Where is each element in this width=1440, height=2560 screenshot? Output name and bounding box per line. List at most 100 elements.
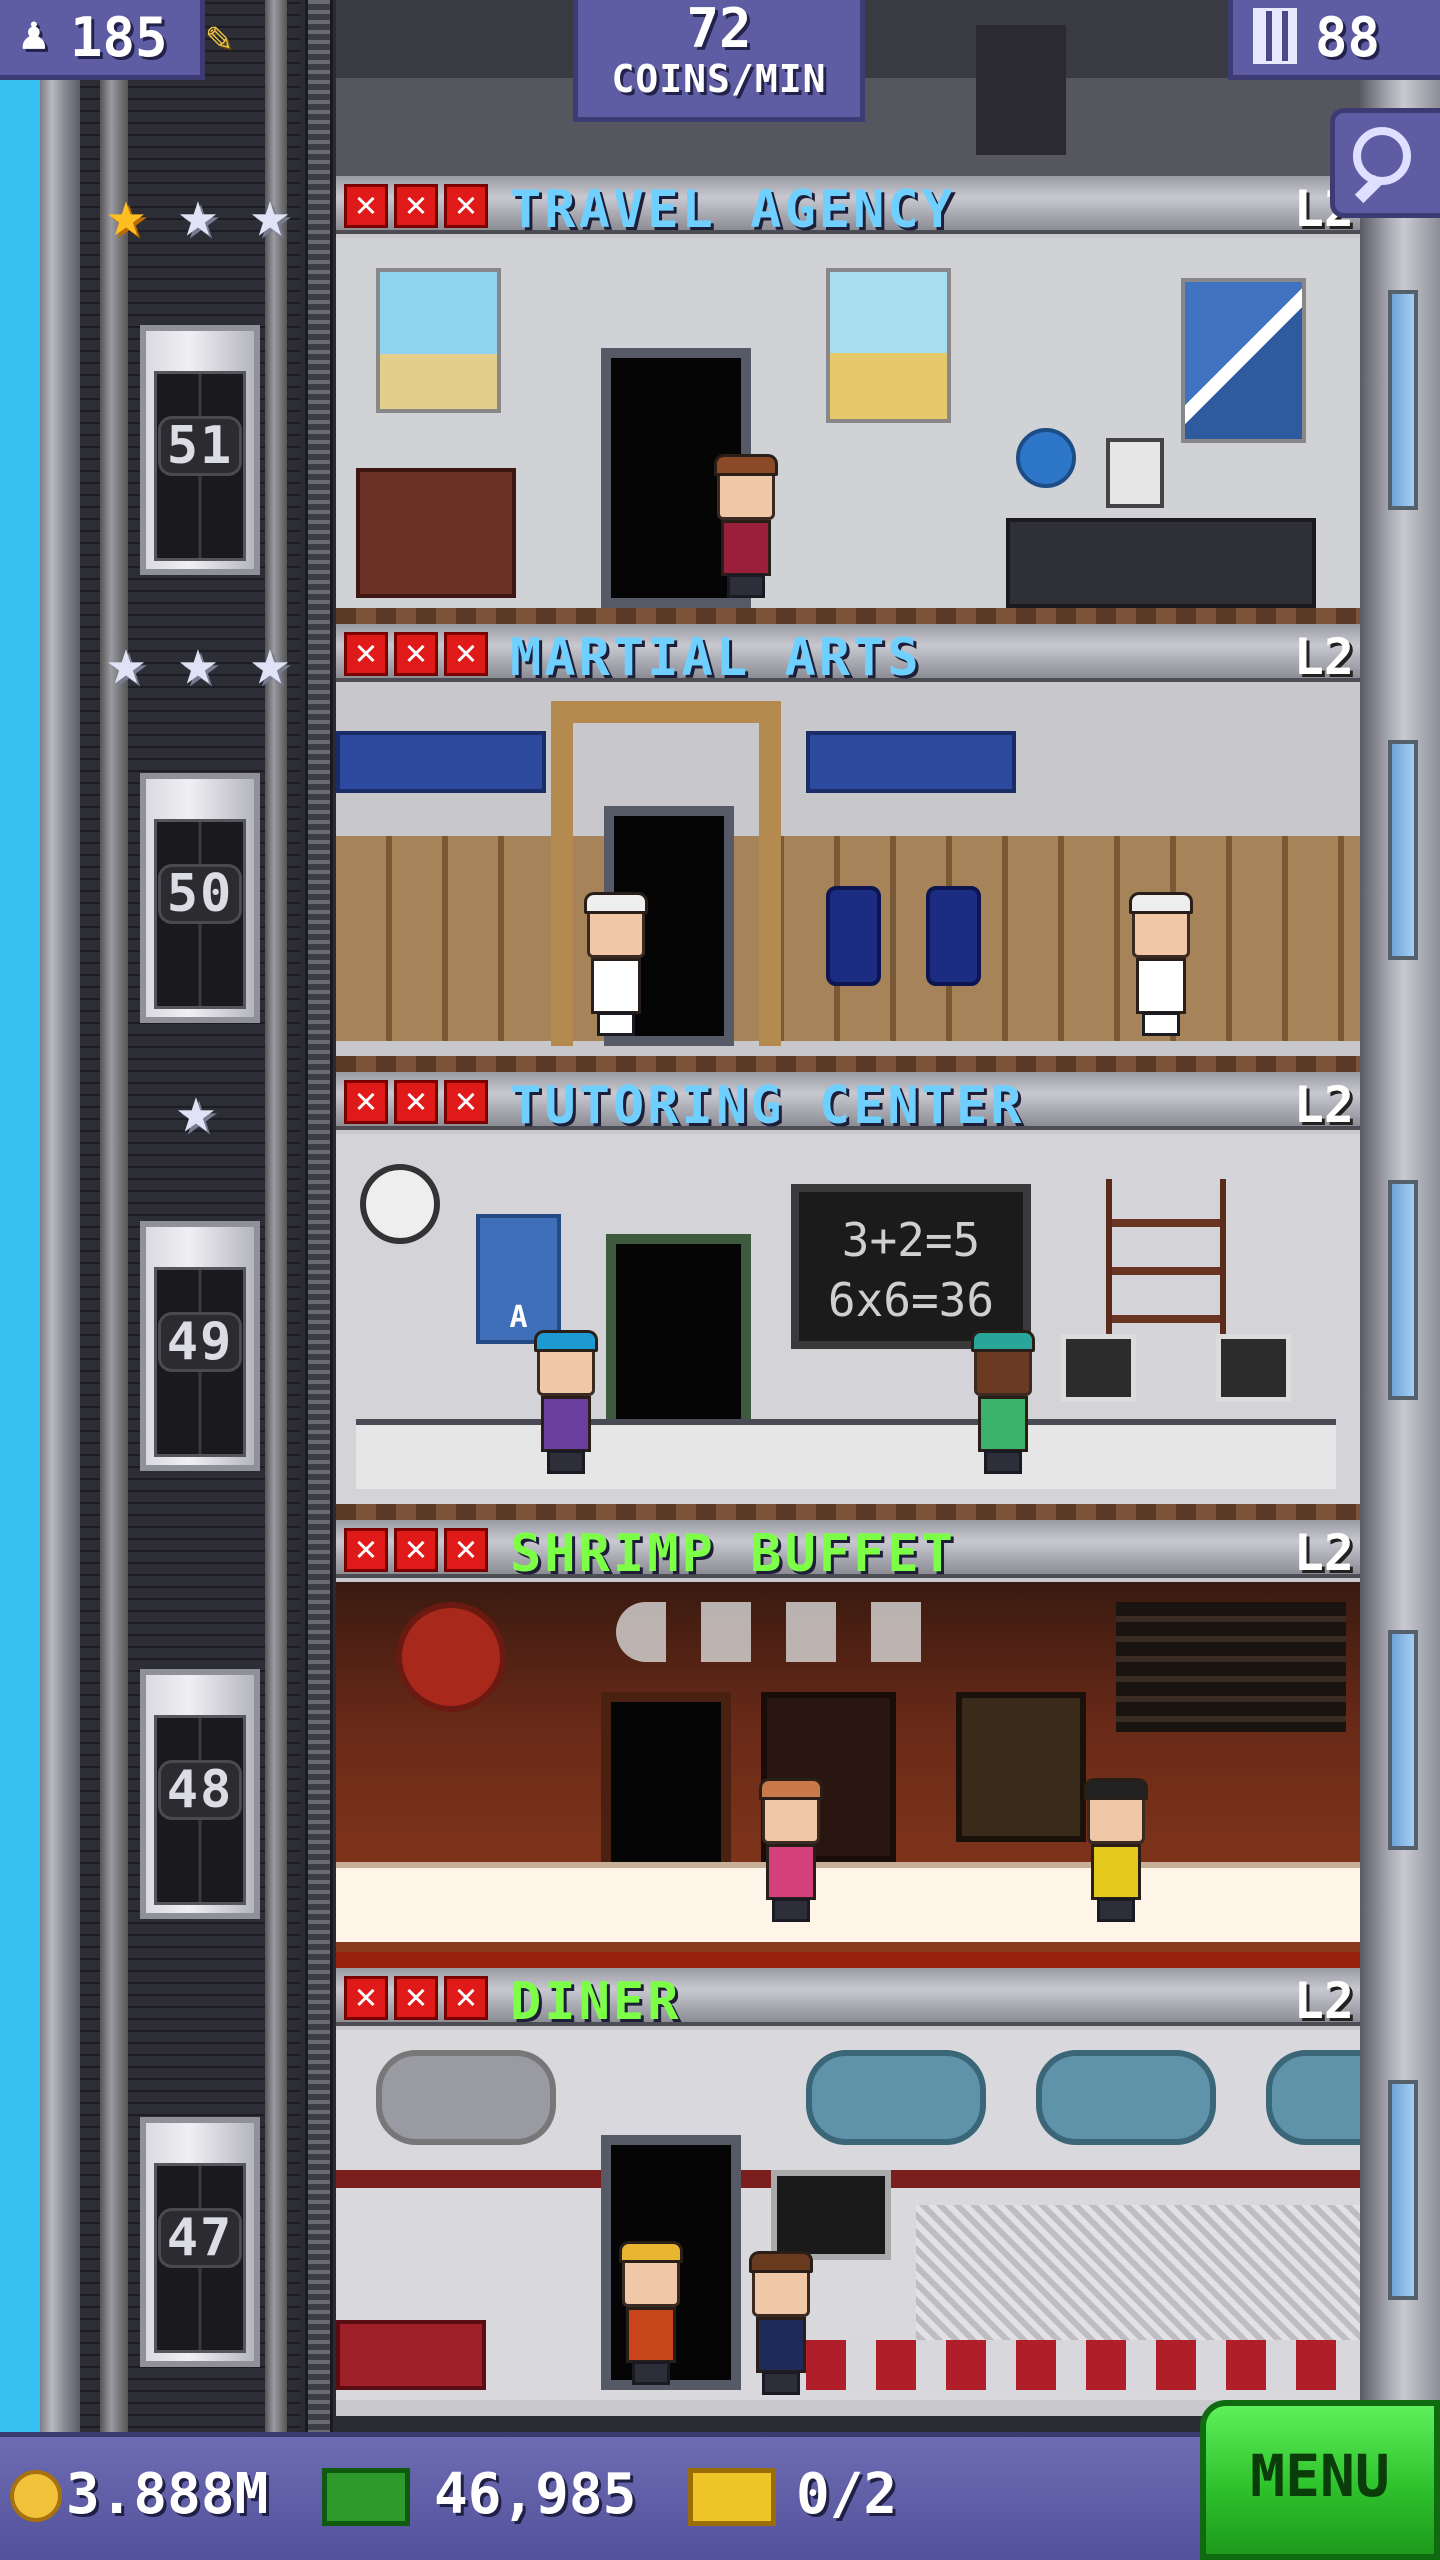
star-icon: ★: [178, 623, 218, 700]
ladder: [305, 0, 333, 2560]
visitor-sprite[interactable]: [711, 454, 781, 598]
room-interior: [336, 2030, 1360, 2400]
shaft-rail: [100, 0, 128, 2560]
floor-header: ✕ ✕ ✕ DINER L2: [336, 1968, 1360, 2032]
population-counter[interactable]: ♟ 185: [0, 0, 205, 80]
star-icon: ★: [176, 1071, 216, 1148]
desk: [1006, 518, 1316, 608]
chalkboard: 3+2=5 6x6=36: [791, 1184, 1031, 1349]
floor-tutoring-center[interactable]: ✕ ✕ ✕ TUTORING CENTER L2 A 3+2=5 6x6=36: [336, 1072, 1360, 1520]
menu-board: [771, 2170, 891, 2260]
floor-level: L2: [1293, 1076, 1354, 1134]
x-icon: ✕: [444, 632, 488, 676]
cash-icon[interactable]: [322, 2468, 410, 2526]
ticket-icon[interactable]: [688, 2468, 776, 2526]
floor-name: DINER: [510, 1972, 682, 2032]
chalkboard-line: 3+2=5: [841, 1213, 981, 1267]
floor-header: ✕ ✕ ✕ MARTIAL ARTS L2: [336, 624, 1360, 688]
visitor-sprite[interactable]: [968, 1330, 1038, 1474]
visitor-sprite[interactable]: [1081, 1778, 1151, 1922]
computer-monitor: [1106, 438, 1164, 508]
floor-number: 47: [158, 2208, 242, 2268]
floor-diner[interactable]: ✕ ✕ ✕ DINER L2: [336, 1968, 1360, 2416]
x-icon: ✕: [394, 1528, 438, 1572]
star-icon: ★: [250, 175, 290, 252]
floor-stars: ★ ★ ★: [92, 180, 304, 250]
star-icon: ★: [250, 623, 290, 700]
diner-window: [1036, 2050, 1216, 2145]
computer-monitor: [1061, 1334, 1136, 1402]
floor-number: 48: [158, 1760, 242, 1820]
x-icon: ✕: [394, 1976, 438, 2020]
elevator-stop[interactable]: 50: [140, 773, 260, 1023]
menu-button[interactable]: MENU: [1200, 2400, 1440, 2560]
visitor-sprite[interactable]: [746, 2251, 816, 2395]
floor-base: [336, 1504, 1360, 1520]
floor-level: L2: [1293, 1524, 1354, 1582]
coin-icon: [10, 2470, 62, 2522]
x-icon: ✕: [444, 1080, 488, 1124]
visitor-sprite[interactable]: [616, 2241, 686, 2385]
decor-plate: [396, 1602, 506, 1712]
x-icon: ✕: [344, 184, 388, 228]
supply-indicators: ✕ ✕ ✕: [344, 1080, 488, 1124]
diner-window: [376, 2050, 556, 2145]
star-icon: ★: [106, 175, 146, 252]
floor-number: 51: [158, 416, 242, 476]
floors-counter[interactable]: 88: [1228, 0, 1440, 80]
room-interior: [336, 238, 1360, 608]
elevator-stop[interactable]: 51: [140, 325, 260, 575]
pencil-icon[interactable]: ✎: [206, 12, 231, 61]
wall-plates: [616, 1602, 956, 1662]
window: [1388, 1630, 1418, 1850]
x-icon: ✕: [394, 184, 438, 228]
floor-travel-agency[interactable]: ✕ ✕ ✕ TRAVEL AGENCY L2: [336, 176, 1360, 624]
visitor-sprite[interactable]: [1126, 892, 1196, 1036]
banner: [806, 731, 1016, 793]
population-value: 185: [70, 6, 168, 69]
rate-value: 72: [686, 0, 752, 60]
magnifier-handle: [1354, 174, 1384, 204]
window: [1388, 740, 1418, 960]
x-icon: ✕: [444, 1976, 488, 2020]
floor-level: L2: [1293, 1972, 1354, 2030]
x-icon: ✕: [394, 632, 438, 676]
supply-indicators: ✕ ✕ ✕: [344, 1528, 488, 1572]
supply-indicators: ✕ ✕ ✕: [344, 184, 488, 228]
elevator-stop[interactable]: 47: [140, 2117, 260, 2367]
person-icon: ♟: [20, 6, 48, 60]
floor-shrimp-buffet[interactable]: ✕ ✕ ✕ SHRIMP BUFFET L2: [336, 1520, 1360, 1968]
visitor-sprite[interactable]: [756, 1778, 826, 1922]
counter-backsplash: [916, 2205, 1360, 2355]
supply-indicators: ✕ ✕ ✕: [344, 632, 488, 676]
elevator-stop[interactable]: 48: [140, 1669, 260, 1919]
room-interior: [336, 686, 1360, 1056]
floor-header: ✕ ✕ ✕ TUTORING CENTER L2: [336, 1072, 1360, 1136]
bux-value: 46,985: [434, 2462, 637, 2527]
visitor-sprite[interactable]: [581, 892, 651, 1036]
floor-number: 50: [158, 864, 242, 924]
floor-header: ✕ ✕ ✕ TRAVEL AGENCY L2: [336, 176, 1360, 240]
x-icon: ✕: [444, 184, 488, 228]
window: [1388, 1180, 1418, 1400]
beach-poster: [376, 268, 501, 413]
room-interior: A 3+2=5 6x6=36: [336, 1134, 1360, 1504]
elevator-stop[interactable]: 49: [140, 1221, 260, 1471]
buffet-table: [336, 1862, 1360, 1942]
floor-base: [336, 608, 1360, 624]
x-icon: ✕: [344, 1080, 388, 1124]
shaft-rail: [265, 0, 287, 2560]
floor-name: TUTORING CENTER: [510, 1076, 1025, 1136]
brochure-rack: [356, 468, 516, 598]
floor-level: L2: [1293, 628, 1354, 686]
window: [1388, 290, 1418, 510]
search-button[interactable]: [1330, 108, 1440, 218]
floor-martial-arts[interactable]: ✕ ✕ ✕ MARTIAL ARTS L2: [336, 624, 1360, 1072]
bar-stools: [806, 2340, 1360, 2390]
chalkboard-line: 6x6=36: [827, 1273, 995, 1327]
coins-per-min-panel[interactable]: 72 COINS/MIN: [573, 0, 865, 122]
coins-value: 3.888M: [66, 2462, 269, 2527]
punching-bag: [926, 886, 981, 986]
globe-icon: [1016, 428, 1076, 488]
visitor-sprite[interactable]: [531, 1330, 601, 1474]
